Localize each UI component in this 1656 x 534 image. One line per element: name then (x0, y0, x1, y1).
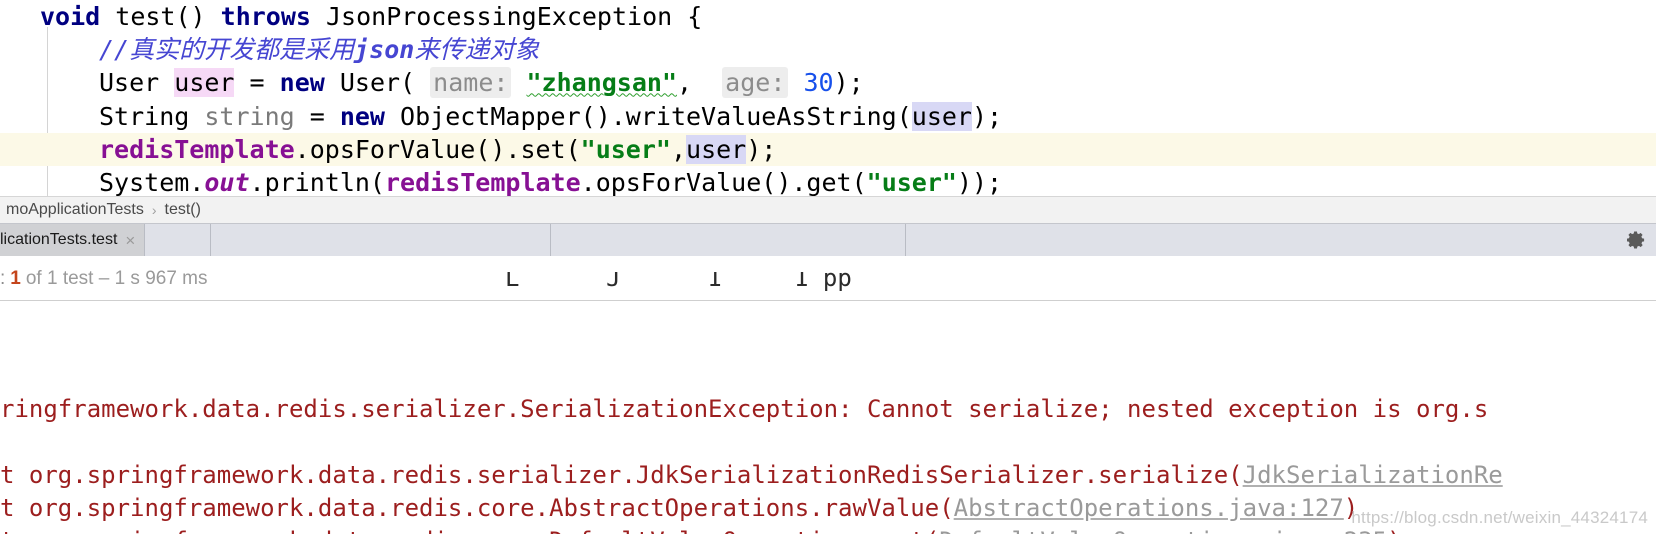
code-token: , (677, 68, 723, 98)
code-token: new (279, 68, 325, 98)
code-token: //真实的开发都是采用 (99, 35, 355, 65)
code-lines-container: void test() throws JsonProcessingExcepti… (0, 0, 1656, 196)
line-signature[interactable]: void test() throws JsonProcessingExcepti… (0, 0, 1656, 33)
code-token: new (339, 101, 385, 131)
stacktrace-text: ) (1387, 527, 1401, 534)
code-token: void (40, 2, 101, 31)
code-token: name: (430, 67, 512, 99)
code-token: redisTemplate (384, 167, 581, 196)
stacktrace-exception[interactable]: ringframework.data.redis.serializer.Seri… (0, 393, 1656, 426)
code-token: redisTemplate (99, 134, 295, 164)
gear-icon[interactable] (1627, 231, 1646, 250)
line-objectmapper[interactable]: String string = new ObjectMapper().write… (0, 100, 1656, 133)
tabbar-slot-2 (210, 224, 550, 256)
code-tokens: System.out.println(redisTemplate.opsForV… (99, 168, 1002, 196)
stacktrace-jdkserializer[interactable]: t org.springframework.data.redis.seriali… (0, 459, 1656, 492)
line-comment[interactable]: //真实的开发都是采用json来传递对象 (0, 33, 1656, 66)
breadcrumb-class[interactable]: moApplicationTests (0, 201, 150, 219)
test-status-bar: : 1 of 1 test – 1 s 967 ms (0, 256, 1656, 301)
code-tokens: //真实的开发都是采用json来传递对象 (99, 35, 539, 64)
stacktrace-file-link[interactable]: AbstractOperations.java:127 (954, 494, 1344, 522)
run-tab-bar[interactable]: licationTests.test × (0, 223, 1656, 256)
line-user-new[interactable]: User user = new User( name: "zhangsan", … (0, 66, 1656, 99)
stacktrace-text: t org.springframework.data.redis.core.Ab… (0, 494, 954, 522)
watermark: https://blog.csdn.net/weixin_44324174 (1351, 508, 1648, 527)
code-token: age: (722, 67, 789, 99)
stacktrace-text: ringframework.data.redis.serializer.Seri… (0, 395, 1489, 423)
code-token: User( (324, 68, 416, 98)
tab-label: licationTests.test (0, 231, 118, 248)
stacktrace-file-link[interactable]: DefaultValueOperations.java:235 (939, 527, 1387, 534)
code-editor[interactable]: void test() throws JsonProcessingExcepti… (0, 0, 1656, 196)
close-icon[interactable]: × (125, 232, 135, 249)
code-token: .println( (249, 167, 385, 196)
code-token: String (99, 101, 205, 131)
code-token: JsonProcessingException { (310, 2, 703, 31)
code-token: user (911, 101, 972, 131)
code-token: user (174, 68, 235, 98)
stacktrace-file-link[interactable]: JdkSerializationRe (1243, 461, 1503, 489)
code-token: user (686, 134, 747, 164)
code-token: ); (746, 134, 777, 164)
breadcrumb-method[interactable]: test() (159, 201, 207, 219)
code-token: .opsForValue().get( (580, 167, 867, 196)
ide-test-run-view: void test() throws JsonProcessingExcepti… (0, 0, 1656, 534)
code-tokens: String string = new ObjectMapper().write… (99, 101, 1003, 131)
code-tokens: redisTemplate.opsForValue().set("user",u… (99, 134, 777, 164)
line-redis-set[interactable]: redisTemplate.opsForValue().set("user",u… (0, 132, 1656, 166)
tabbar-slot-3 (550, 224, 905, 256)
test-status-summary: of 1 test – 1 s 967 ms (25, 267, 208, 289)
code-token: "zhangsan" (526, 68, 678, 98)
stacktrace-text: t org.springframework.data.redis.core.De… (0, 527, 939, 534)
stacktrace-text: t org.springframework.data.redis.seriali… (0, 461, 1243, 489)
code-token: = (234, 68, 280, 98)
tabbar-slot-4 (905, 224, 1656, 256)
code-token: ); (972, 101, 1003, 131)
code-token: ObjectMapper().writeValueAsString( (384, 101, 912, 131)
code-tokens: User user = new User( name: "zhangsan", … (99, 67, 864, 99)
tab-demoapplicationtests-test[interactable]: licationTests.test × (0, 224, 144, 256)
code-token: ); (833, 68, 864, 98)
code-token: test() (100, 2, 221, 31)
code-token: .opsForValue().set( (294, 134, 581, 164)
tabbar-slot-1 (144, 224, 210, 256)
breadcrumb[interactable]: moApplicationTests › test() (0, 196, 1656, 223)
code-token: )); (956, 167, 1003, 196)
code-token: = (294, 101, 340, 131)
code-token: 30 (803, 68, 834, 98)
code-token: json (354, 35, 415, 65)
code-token: , (670, 134, 687, 164)
code-token: "user" (580, 134, 671, 164)
code-token: throws (220, 2, 311, 31)
test-failed-count: 1 (10, 267, 21, 289)
code-token: string (204, 101, 295, 131)
code-token: out (204, 167, 250, 196)
code-token: User (99, 68, 175, 98)
code-tokens: void test() throws JsonProcessingExcepti… (40, 2, 702, 31)
breadcrumb-separator-icon: › (151, 202, 157, 218)
code-token: "user" (866, 167, 957, 196)
stacktrace-console[interactable]: ringframework.data.redis.serializer.Seri… (0, 303, 1656, 534)
code-token: System. (99, 167, 205, 196)
line-println[interactable]: System.out.println(redisTemplate.opsForV… (0, 166, 1656, 196)
code-token: 来传递对象 (414, 35, 540, 65)
console-divider (0, 300, 1656, 301)
